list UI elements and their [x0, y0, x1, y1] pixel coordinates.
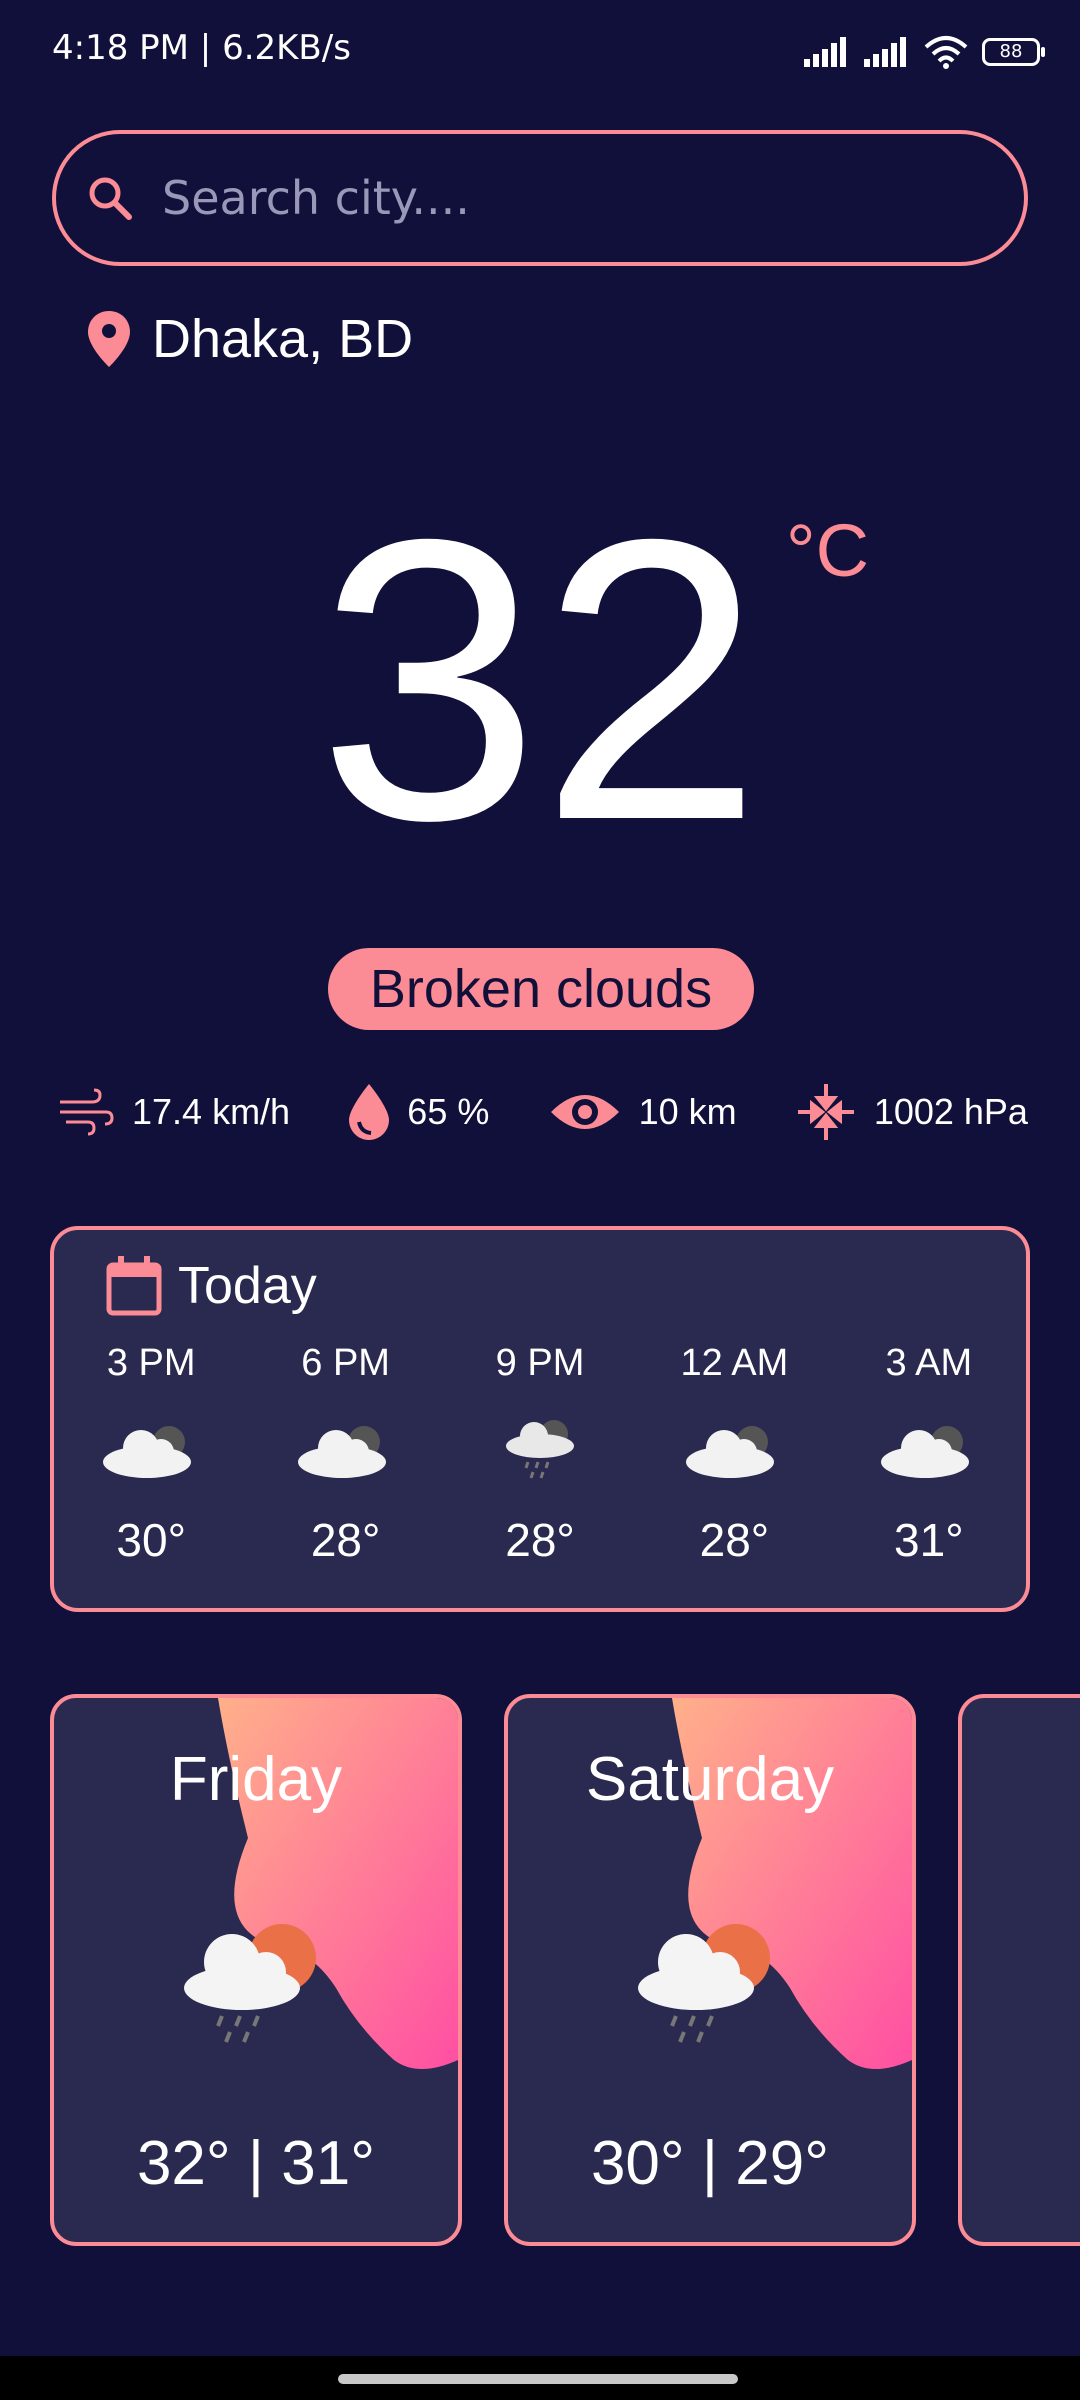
hour-time: 9 PM — [495, 1342, 585, 1384]
signal-icon — [864, 37, 906, 67]
cloud-sun-icon — [832, 1399, 1026, 1495]
wind-value: 17.4 km/h — [132, 1091, 291, 1132]
day-temps: 32° | 31° — [136, 2129, 376, 2198]
hour-temp: 28° — [310, 1514, 381, 1566]
pressure-value: 1002 hPa — [873, 1091, 1028, 1132]
eye-icon — [550, 1095, 619, 1129]
metrics-row: 17.4 km/h 65 % 10 km 1002 hPa — [58, 1070, 1028, 1154]
search-bar[interactable] — [52, 130, 1028, 266]
hour-item: 9 PM 28° — [443, 1342, 637, 1567]
battery-icon: 88 — [982, 38, 1045, 66]
hour-temp: 28° — [699, 1514, 770, 1566]
wind-icon — [60, 1088, 114, 1136]
today-header: Today — [106, 1256, 317, 1316]
hour-temp: 28° — [505, 1514, 575, 1566]
hour-time: 6 PM — [301, 1342, 390, 1384]
condition-badge: Broken clouds — [328, 948, 754, 1030]
location-pin-icon — [88, 311, 130, 367]
hour-temp: 31° — [894, 1514, 964, 1566]
visibility-metric: 10 km — [549, 1088, 737, 1136]
hour-item: 3 AM 31° — [832, 1342, 1026, 1567]
day-forecast-card[interactable]: Friday 32° | 31° — [50, 1694, 462, 2246]
signal-icon — [804, 37, 846, 67]
water-drop-icon — [349, 1084, 390, 1140]
cloud-sun-icon — [637, 1399, 831, 1495]
temperature-value: 32 — [317, 456, 763, 903]
wifi-icon — [924, 36, 968, 69]
cloud-sun-icon — [248, 1399, 442, 1495]
hour-time: 12 AM — [680, 1342, 789, 1384]
temperature-unit: °C — [786, 509, 870, 592]
search-input[interactable] — [160, 170, 944, 226]
status-time: 4:18 PM | 6.2KB/s — [52, 28, 351, 68]
humidity-metric: 65 % — [349, 1084, 489, 1140]
hour-item: 6 PM 28° — [248, 1342, 442, 1567]
hourly-list: 3 PM 30° 6 PM 28° 9 PM 28° 12 AM 28° 3 A… — [54, 1342, 1026, 1567]
hour-temp: 30° — [116, 1514, 186, 1566]
status-icons: 88 — [804, 30, 1045, 74]
today-label: Today — [178, 1257, 317, 1315]
sun-cloud-rain-icon — [174, 1898, 344, 2072]
pressure-icon — [797, 1084, 854, 1140]
pressure-metric: 1002 hPa — [796, 1082, 1028, 1142]
visibility-value: 10 km — [638, 1091, 737, 1132]
hour-item: 3 PM 30° — [54, 1342, 248, 1567]
cloud-sun-icon — [54, 1399, 248, 1495]
location-label: Dhaka, BD — [152, 309, 414, 369]
day-forecast-card[interactable]: Saturday 30° | 29° — [504, 1694, 916, 2246]
day-forecast-card-partial[interactable] — [958, 1694, 1080, 2246]
day-name: Saturday — [585, 1745, 835, 1814]
day-temps: 30° | 29° — [590, 2129, 830, 2198]
sun-cloud-rain-icon — [628, 1898, 798, 2072]
today-forecast-card: Today 3 PM 30° 6 PM 28° 9 PM 28° 12 AM 2… — [50, 1226, 1030, 1612]
hour-time: 3 PM — [106, 1342, 196, 1384]
calendar-icon — [106, 1256, 162, 1316]
location: Dhaka, BD — [88, 308, 413, 370]
hour-item: 12 AM 28° — [637, 1342, 831, 1567]
search-icon — [89, 177, 132, 220]
humidity-value: 65 % — [407, 1091, 490, 1132]
hour-time: 3 AM — [885, 1342, 973, 1384]
cloud-rain-icon — [443, 1399, 637, 1495]
day-name: Friday — [169, 1745, 343, 1814]
home-gesture-handle[interactable] — [338, 2374, 738, 2384]
wind-metric: 17.4 km/h — [58, 1088, 290, 1136]
